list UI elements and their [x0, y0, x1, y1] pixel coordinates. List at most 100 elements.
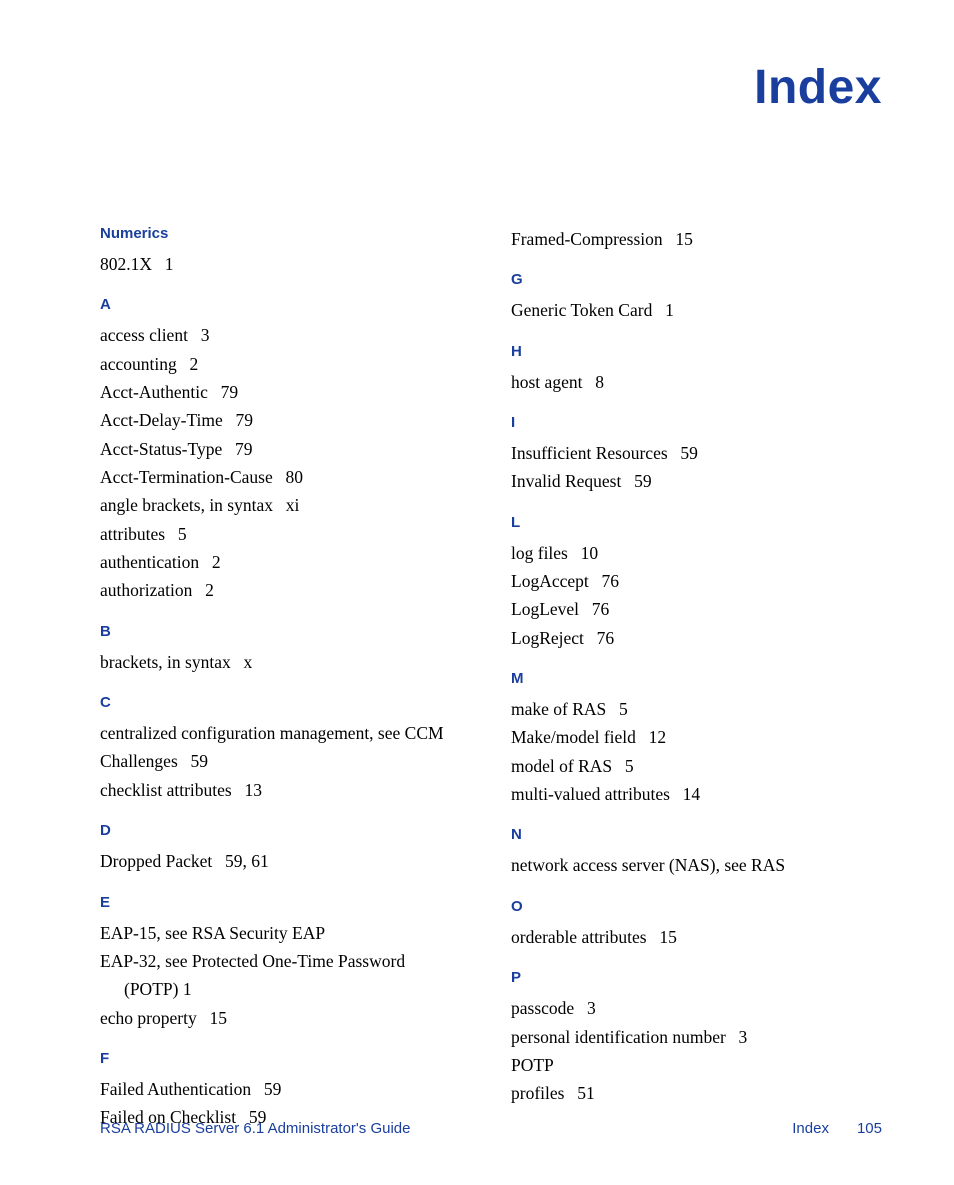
index-entry-pages: 76	[592, 599, 610, 619]
index-section-head: O	[511, 898, 882, 915]
index-entry: Generic Token Card 1	[511, 296, 882, 324]
index-entry-text: EAP-15, see RSA Security EAP	[100, 923, 325, 943]
index-entry: host agent 8	[511, 368, 882, 396]
index-entry-text: authorization	[100, 580, 192, 600]
index-entry-text: network access server (NAS), see RAS	[511, 855, 785, 875]
index-entry-pages: 10	[581, 543, 599, 563]
index-entry-pages: 5	[619, 699, 628, 719]
index-entry-pages: 15	[659, 927, 677, 947]
index-entry: passcode 3	[511, 994, 882, 1022]
index-entry: model of RAS 5	[511, 752, 882, 780]
footer-right: Index 105	[792, 1120, 882, 1137]
index-section-head: D	[100, 822, 471, 839]
index-entry: make of RAS 5	[511, 695, 882, 723]
index-entry: LogAccept 76	[511, 567, 882, 595]
index-entry: profiles 51	[511, 1079, 882, 1107]
index-section-head: M	[511, 670, 882, 687]
index-entry-text: brackets, in syntax	[100, 652, 231, 672]
index-entry: EAP-15, see RSA Security EAP	[100, 919, 471, 947]
index-entry-pages: 1	[665, 300, 674, 320]
index-entry-pages: 59	[634, 471, 652, 491]
index-entry-pages: 79	[235, 439, 253, 459]
index-entry-text: EAP-32, see Protected One-Time Password	[100, 951, 405, 971]
index-entry-subline: (POTP) 1	[100, 975, 471, 1003]
index-section-head: C	[100, 694, 471, 711]
index-entry-text: centralized configuration management, se…	[100, 723, 444, 743]
index-entry: checklist attributes 13	[100, 776, 471, 804]
index-entry: EAP-32, see Protected One-Time Password	[100, 947, 471, 975]
index-section-head: L	[511, 514, 882, 531]
index-entry: Acct-Status-Type 79	[100, 435, 471, 463]
index-entry-pages: x	[243, 652, 252, 672]
index-entry: brackets, in syntax x	[100, 648, 471, 676]
index-entry-text: personal identification number	[511, 1027, 726, 1047]
index-entry-text: Make/model field	[511, 727, 636, 747]
index-section-head: B	[100, 623, 471, 640]
index-entry: Acct-Termination-Cause 80	[100, 463, 471, 491]
index-entry-pages: 59	[191, 751, 209, 771]
index-entry: centralized configuration management, se…	[100, 719, 471, 747]
footer-doc-title: RSA RADIUS Server 6.1 Administrator's Gu…	[100, 1120, 410, 1137]
footer-section: Index	[792, 1120, 829, 1137]
index-section-head: N	[511, 826, 882, 843]
footer-page-number: 105	[857, 1120, 882, 1137]
index-entry-text: make of RAS	[511, 699, 606, 719]
index-entry-text: Acct-Termination-Cause	[100, 467, 273, 487]
index-entry-pages: 2	[190, 354, 199, 374]
index-entry-pages: 1	[165, 254, 174, 274]
index-entry-text: LogLevel	[511, 599, 579, 619]
right-column: Framed-Compression 15GGeneric Token Card…	[511, 225, 882, 1132]
index-entry-text: checklist attributes	[100, 780, 232, 800]
index-entry-text: Acct-Authentic	[100, 382, 208, 402]
page-title: Index	[754, 60, 882, 115]
index-entry-text: Failed Authentication	[100, 1079, 251, 1099]
index-entry-pages: 59, 61	[225, 851, 269, 871]
index-entry-pages: 3	[201, 325, 210, 345]
index-entry: Framed-Compression 15	[511, 225, 882, 253]
index-entry-pages: 80	[286, 467, 304, 487]
index-entry-pages: 12	[649, 727, 667, 747]
index-entry-pages: 76	[602, 571, 620, 591]
index-entry-text: model of RAS	[511, 756, 612, 776]
index-section-head: E	[100, 894, 471, 911]
index-entry-pages: 59	[264, 1079, 282, 1099]
index-section-head: I	[511, 414, 882, 431]
index-entry-pages: 5	[625, 756, 634, 776]
index-entry: access client 3	[100, 321, 471, 349]
index-entry-pages: 15	[209, 1008, 227, 1028]
index-entry-text: profiles	[511, 1083, 564, 1103]
page-footer: RSA RADIUS Server 6.1 Administrator's Gu…	[100, 1120, 882, 1137]
index-entry: authentication 2	[100, 548, 471, 576]
index-entry: Invalid Request 59	[511, 467, 882, 495]
index-entry-text: LogAccept	[511, 571, 589, 591]
index-entry: log files 10	[511, 539, 882, 567]
index-entry-pages: 79	[221, 382, 239, 402]
left-column: Numerics 802.1X 1 Aaccess client 3 accounti…	[100, 225, 471, 1132]
index-entry-text: 802.1X	[100, 254, 152, 274]
index-entry-text: Generic Token Card	[511, 300, 652, 320]
index-section-head: A	[100, 296, 471, 313]
index-entry-text: Challenges	[100, 751, 178, 771]
index-entry: Acct-Authentic 79	[100, 378, 471, 406]
index-entry-text: POTP	[511, 1055, 554, 1075]
index-entry: 802.1X 1	[100, 250, 471, 278]
index-entry-text: Acct-Delay-Time	[100, 410, 223, 430]
index-entry-text: Invalid Request	[511, 471, 621, 491]
index-section-head: Numerics	[100, 225, 471, 242]
index-entry-pages: 13	[244, 780, 262, 800]
index-entry: orderable attributes 15	[511, 923, 882, 951]
index-section-head: H	[511, 343, 882, 360]
index-entry-pages: 3	[587, 998, 596, 1018]
index-entry-text: authentication	[100, 552, 199, 572]
index-entry-pages: 14	[683, 784, 701, 804]
index-entry-text: accounting	[100, 354, 177, 374]
index-entry: Acct-Delay-Time 79	[100, 406, 471, 434]
index-entry-pages: 3	[739, 1027, 748, 1047]
index-entry: multi-valued attributes 14	[511, 780, 882, 808]
index-entry-pages: 51	[577, 1083, 595, 1103]
index-entry: angle brackets, in syntax xi	[100, 491, 471, 519]
index-entry: echo property 15	[100, 1004, 471, 1032]
index-entry: attributes 5	[100, 520, 471, 548]
index-entry-text: echo property	[100, 1008, 197, 1028]
index-entry-text: orderable attributes	[511, 927, 647, 947]
